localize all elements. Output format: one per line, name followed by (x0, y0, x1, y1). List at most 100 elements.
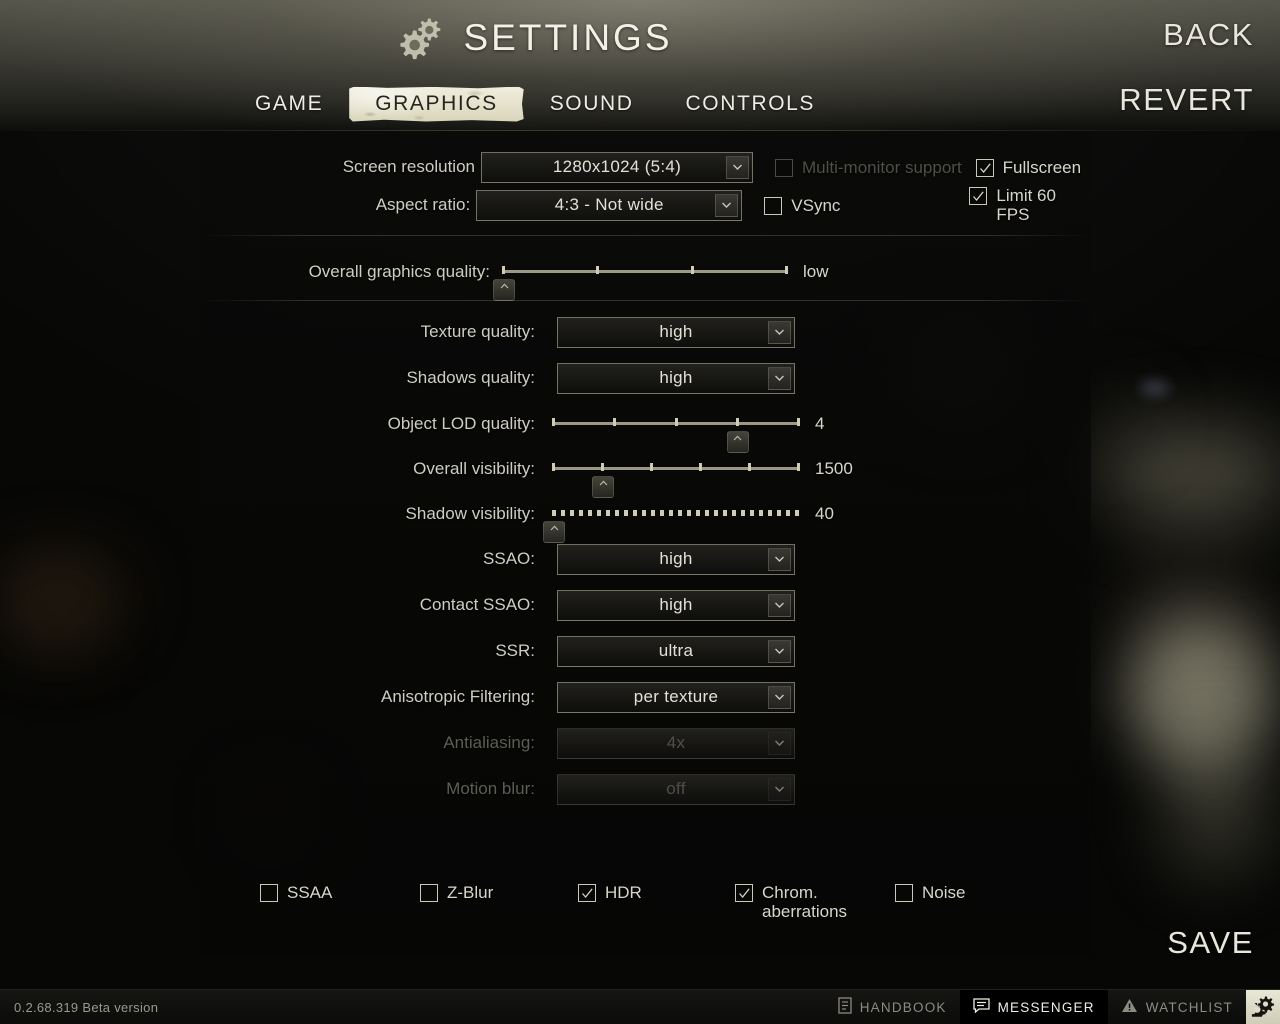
graphics-options-list: Texture quality: high Shadows quality: high… (200, 301, 1091, 812)
display-section: Screen resolution 1280x1024 (5:4) Multi-… (200, 131, 1091, 236)
messenger-icon (972, 998, 990, 1016)
option-label: Texture quality: (420, 322, 535, 341)
taskbar-item-watchlist[interactable]: WATCHLIST (1108, 990, 1246, 1024)
page-title: SETTINGS (463, 17, 673, 58)
option-label: Shadows quality: (406, 368, 535, 387)
watchlist-icon (1121, 998, 1138, 1016)
option-slider[interactable] (552, 409, 800, 453)
checkbox-box (260, 884, 278, 902)
option-dropdown[interactable]: high (557, 362, 795, 394)
option-dropdown[interactable]: ultra (557, 635, 795, 667)
option-dropdown[interactable]: high (557, 543, 795, 575)
taskbar-item-messenger[interactable]: MESSENGER (959, 990, 1108, 1024)
effect-label: Z-Blur (447, 883, 494, 902)
screen-resolution-value: 1280x1024 (5:4) (552, 157, 682, 176)
overall-quality-label: Overall graphics quality: (308, 262, 490, 281)
effect-checkbox[interactable]: Noise (895, 883, 965, 902)
chevron-down-icon (768, 731, 791, 755)
option-value: 40 (815, 503, 834, 523)
option-label: Contact SSAO: (419, 595, 535, 614)
chevron-down-icon[interactable] (768, 685, 791, 709)
taskbar-item-label: HANDBOOK (859, 999, 947, 1015)
slider-handle[interactable] (493, 279, 515, 301)
taskbar-item-handbook[interactable]: HANDBOOK (825, 990, 960, 1024)
taskbar-item-label: WATCHLIST (1145, 999, 1233, 1015)
effect-label: Noise (922, 883, 966, 902)
vsync-checkbox[interactable]: VSync (764, 196, 840, 215)
option-value: high (659, 322, 693, 341)
option-dropdown: 4x (557, 727, 795, 759)
chevron-down-icon[interactable] (768, 639, 791, 663)
screen-resolution-label: Screen resolution (342, 157, 475, 176)
option-slider[interactable] (543, 499, 800, 543)
overall-quality-section: Overall graphics quality: low (200, 236, 1091, 301)
chevron-down-icon[interactable] (768, 593, 791, 617)
settings-header: SETTINGS GAME GRAPHICS SOUND CONTROLS (0, 0, 1280, 131)
option-label: SSR: (495, 641, 535, 660)
chevron-down-icon[interactable] (768, 366, 791, 390)
effect-checkbox[interactable]: SSAA (260, 883, 332, 902)
chevron-down-icon[interactable] (768, 547, 791, 571)
limit-fps-checkbox[interactable]: Limit 60 FPS (969, 186, 1091, 224)
option-value: high (659, 549, 693, 568)
option-value: 4 (815, 413, 825, 433)
chevron-down-icon[interactable] (715, 193, 739, 217)
overall-quality-value: low (803, 262, 829, 281)
revert-button[interactable]: REVERT (1119, 82, 1254, 118)
save-button[interactable]: SAVE (1167, 925, 1254, 961)
chevron-down-icon[interactable] (768, 320, 791, 344)
gears-icon (397, 14, 449, 62)
checkbox-box (895, 884, 913, 902)
overall-quality-slider[interactable] (493, 257, 788, 301)
option-label: Anisotropic Filtering: (380, 687, 535, 706)
tab-sound[interactable]: SOUND (524, 86, 660, 122)
option-value: high (659, 595, 693, 614)
fullscreen-checkbox[interactable]: Fullscreen (975, 157, 1082, 177)
option-value: 4x (666, 733, 686, 752)
graphics-settings-panel: Screen resolution 1280x1024 (5:4) Multi-… (200, 131, 1091, 957)
checkbox-box (578, 884, 596, 902)
option-value: off (666, 779, 686, 798)
checkbox-box (975, 158, 994, 177)
checkbox-box (969, 187, 988, 205)
effect-checkbox[interactable]: Z-Blur (420, 883, 493, 902)
option-dropdown[interactable]: per texture (557, 681, 795, 713)
chevron-down-icon (768, 777, 791, 801)
effect-checkbox[interactable]: HDR (578, 883, 642, 902)
option-label: Object LOD quality: (387, 413, 535, 433)
checkbox-box (764, 196, 783, 215)
back-button[interactable]: BACK (1163, 17, 1254, 53)
multi-monitor-checkbox[interactable]: Multi-monitor support (775, 158, 962, 177)
checkbox-box (775, 158, 793, 177)
option-dropdown[interactable]: high (557, 316, 795, 348)
checkbox-box (420, 884, 438, 902)
multi-monitor-label: Multi-monitor support (802, 157, 962, 177)
aspect-ratio-label: Aspect ratio: (375, 195, 471, 214)
checkbox-box (735, 884, 753, 902)
chevron-down-icon[interactable] (726, 155, 749, 179)
effect-label: SSAA (287, 883, 333, 902)
option-value: ultra (658, 641, 694, 660)
option-dropdown[interactable]: high (557, 589, 795, 621)
settings-gear-icon[interactable] (1246, 990, 1280, 1024)
option-slider[interactable] (552, 454, 800, 498)
vsync-label: VSync (791, 195, 841, 215)
taskbar-item-label: MESSENGER (997, 999, 1095, 1015)
fullscreen-label: Fullscreen (1002, 157, 1082, 177)
effect-checkbox[interactable]: Chrom. aberrations (735, 883, 847, 921)
tab-game[interactable]: GAME (229, 86, 349, 122)
option-value: high (659, 368, 693, 387)
option-label: Overall visibility: (413, 458, 535, 478)
aspect-ratio-dropdown[interactable]: 4:3 - Not wide (476, 189, 743, 221)
effect-label: HDR (605, 883, 642, 902)
tab-controls[interactable]: CONTROLS (660, 86, 841, 122)
screen-resolution-dropdown[interactable]: 1280x1024 (5:4) (481, 151, 753, 183)
option-label: Shadow visibility: (405, 503, 535, 523)
option-value: 1500 (815, 458, 853, 478)
aspect-ratio-value: 4:3 - Not wide (554, 195, 664, 214)
tab-graphics[interactable]: GRAPHICS (349, 86, 524, 122)
option-label: SSAO: (483, 549, 535, 568)
option-dropdown: off (557, 773, 795, 805)
option-value: per texture (633, 687, 719, 706)
taskbar: 0.2.68.319 Beta version HANDBOOK MESSENG… (0, 989, 1280, 1024)
